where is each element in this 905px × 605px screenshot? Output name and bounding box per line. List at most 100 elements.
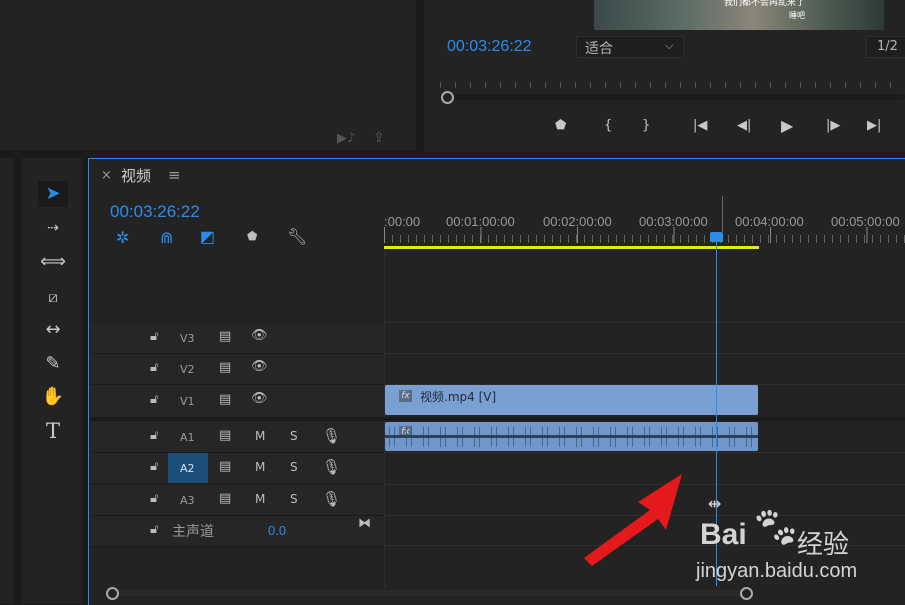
- track-header-a2[interactable]: 🔓︎ A2 ▤ M S 🎙︎: [90, 453, 384, 484]
- filmstrip-icon[interactable]: ▤: [219, 392, 231, 407]
- mute-button[interactable]: M: [255, 460, 265, 474]
- track-header-v1[interactable]: 🔓︎ V1 ▤ 👁︎: [90, 385, 384, 418]
- program-monitor: 我们都不会再乱来了 睡吧 00:03:26:22 适合 ⌵ 1/2 ⬟ { } …: [424, 0, 905, 152]
- video-caption-small: 睡吧: [789, 11, 805, 20]
- monitor-scroll-track[interactable]: [440, 94, 905, 100]
- chevron-down-icon: ⌵: [665, 39, 674, 52]
- export-icon[interactable]: ⇪: [373, 130, 385, 146]
- add-marker-icon[interactable]: ⬟: [555, 118, 566, 133]
- filmstrip-icon[interactable]: ▤: [219, 491, 231, 506]
- hand-tool-icon[interactable]: ✋: [38, 384, 68, 410]
- linked-selection-icon[interactable]: ◩: [200, 227, 215, 246]
- playhead-stem-top: [722, 196, 723, 232]
- monitor-scroll-handle[interactable]: [441, 91, 454, 104]
- program-timecode[interactable]: 00:03:26:22: [447, 38, 532, 56]
- wrench-icon[interactable]: 🔧︎: [287, 227, 307, 246]
- baidu-paw-icon: 🐾︎: [750, 505, 801, 551]
- track-name: A3: [180, 494, 195, 507]
- lock-icon[interactable]: 🔓︎: [150, 392, 158, 407]
- fx-badge[interactable]: fx: [399, 390, 412, 402]
- work-area-bar[interactable]: [384, 246, 759, 249]
- red-arrow-annotation: [584, 474, 682, 566]
- ruler-label: 00:05:00:00: [831, 214, 900, 229]
- video-clip-label: 视频.mp4 [V]: [420, 390, 497, 404]
- scroll-handle-left[interactable]: [106, 587, 119, 600]
- snap-magnet-icon[interactable]: ⋒: [160, 228, 173, 247]
- track-header-empty: [90, 252, 384, 322]
- filmstrip-icon[interactable]: ▤: [219, 329, 231, 344]
- track-header-a1[interactable]: 🔓︎ A1 ▤ M S 🎙︎: [90, 422, 384, 453]
- lock-icon[interactable]: 🔓︎: [150, 428, 158, 443]
- mute-button[interactable]: M: [255, 429, 265, 443]
- razor-tool-icon[interactable]: ⧄: [38, 284, 68, 310]
- track-name: A1: [180, 431, 195, 444]
- baidu-watermark: Bai 🐾︎ 经验 jingyan.baidu.com: [690, 504, 890, 594]
- mute-button[interactable]: M: [255, 492, 265, 506]
- lock-icon[interactable]: 🔓︎: [150, 360, 158, 375]
- monitor-time-ruler[interactable]: [440, 74, 905, 88]
- panel-menu-icon[interactable]: ≡: [168, 166, 181, 184]
- mark-in-icon[interactable]: {: [604, 118, 612, 133]
- step-forward-icon[interactable]: |▶: [826, 118, 840, 133]
- audio-waveform-peaks: [385, 427, 758, 447]
- track-select-tool-icon[interactable]: ⇢: [38, 215, 68, 241]
- go-to-out-icon[interactable]: ▶|: [867, 118, 881, 133]
- pen-tool-icon[interactable]: ✎: [38, 351, 68, 377]
- ruler-major-ticks: [384, 227, 905, 243]
- track-header-master[interactable]: 🔓︎ 主声道 0.0 ⧓: [90, 516, 384, 547]
- track-header-a3[interactable]: 🔓︎ A3 ▤ M S 🎙︎: [90, 485, 384, 516]
- baidu-brand: Bai: [700, 518, 747, 551]
- eye-icon[interactable]: 👁︎: [251, 359, 268, 374]
- slip-tool-icon[interactable]: ↔: [38, 317, 68, 343]
- audio-only-icon[interactable]: ▶♪: [337, 131, 355, 146]
- eye-icon[interactable]: 👁︎: [251, 391, 268, 406]
- ruler-label: :00:00: [384, 214, 421, 229]
- timeline-scrollbar[interactable]: [110, 590, 748, 596]
- close-icon[interactable]: ×: [101, 168, 112, 183]
- track-name: V1: [180, 395, 195, 408]
- lock-icon[interactable]: 🔓︎: [150, 491, 158, 506]
- step-back-icon[interactable]: ◀|: [737, 118, 751, 133]
- play-icon[interactable]: ▶: [781, 116, 793, 135]
- ruler-label: 00:02:00:00: [543, 214, 612, 229]
- video-frame: 我们都不会再乱来了 睡吧: [594, 0, 884, 30]
- lock-icon[interactable]: 🔓︎: [150, 329, 158, 344]
- add-marker-icon[interactable]: ⬟: [247, 229, 257, 243]
- solo-button[interactable]: S: [290, 460, 298, 474]
- lock-icon[interactable]: 🔓︎: [150, 522, 158, 537]
- panel-bottom-border: [0, 150, 416, 152]
- filmstrip-icon[interactable]: ▤: [219, 428, 231, 443]
- type-tool-icon[interactable]: T: [38, 418, 68, 444]
- fit-dropdown[interactable]: 适合 ⌵: [576, 36, 684, 58]
- audio-clip[interactable]: fx: [385, 422, 758, 451]
- mark-out-icon[interactable]: }: [642, 118, 650, 133]
- resolution-dropdown[interactable]: 1/2: [866, 36, 905, 58]
- filmstrip-icon[interactable]: ▤: [219, 360, 231, 375]
- ruler-label: 00:03:00:00: [639, 214, 708, 229]
- fit-dropdown-value: 适合: [585, 41, 613, 57]
- left-edge-panel: [0, 158, 14, 604]
- go-to-in-icon[interactable]: |◀: [693, 118, 707, 133]
- microphone-icon[interactable]: 🎙︎: [322, 490, 341, 508]
- selection-tool-icon[interactable]: ➤: [38, 181, 68, 207]
- eye-icon[interactable]: 👁︎: [251, 328, 268, 343]
- track-header-v2[interactable]: 🔓︎ V2 ▤ 👁︎: [90, 354, 384, 385]
- lock-icon[interactable]: 🔓︎: [150, 459, 158, 474]
- master-volume-value[interactable]: 0.0: [268, 523, 286, 538]
- ripple-edit-tool-icon[interactable]: ⟺: [38, 249, 68, 275]
- timeline-tab-title[interactable]: 视频: [121, 165, 151, 186]
- microphone-icon[interactable]: 🎙︎: [322, 458, 341, 476]
- timeline-timecode[interactable]: 00:03:26:22: [110, 202, 200, 222]
- bowtie-icon[interactable]: ⧓: [358, 516, 371, 531]
- microphone-icon[interactable]: 🎙︎: [322, 427, 341, 445]
- playhead-handle[interactable]: [710, 232, 723, 242]
- track-header-v3[interactable]: 🔓︎ V3 ▤ 👁︎: [90, 323, 384, 354]
- baidu-url: jingyan.baidu.com: [696, 560, 858, 582]
- video-clip[interactable]: fx 视频.mp4 [V]: [385, 385, 758, 415]
- solo-button[interactable]: S: [290, 429, 298, 443]
- filmstrip-icon[interactable]: ▤: [219, 459, 231, 474]
- solo-button[interactable]: S: [290, 492, 298, 506]
- track-header-bottom-fill: [90, 547, 384, 587]
- nest-sequence-icon[interactable]: ✲: [116, 228, 129, 247]
- video-caption: 我们都不会再乱来了: [724, 0, 806, 8]
